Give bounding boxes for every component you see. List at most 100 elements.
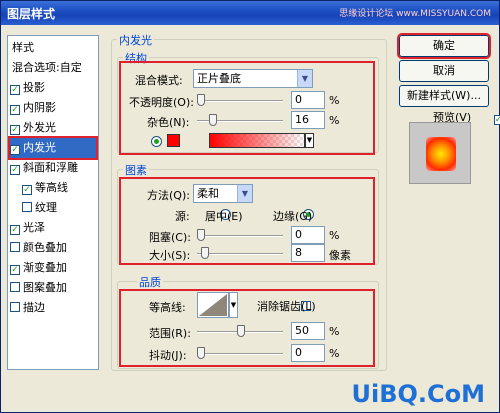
inner-glow-checkbox[interactable]: ✓ [10, 145, 20, 155]
satin-checkbox[interactable]: ✓ [10, 225, 20, 235]
window-title: 图层样式 [7, 7, 56, 21]
opacity-slider-handle[interactable] [197, 94, 205, 106]
glow-color-swatch[interactable] [167, 134, 180, 147]
size-unit: 像素 [329, 249, 351, 262]
sidebar-item-bevel-emboss[interactable]: ✓ 斜面和浮雕 [10, 158, 96, 178]
gradient-overlay-checkbox[interactable]: ✓ [10, 265, 20, 275]
sidebar-item-stroke[interactable]: 描边 [10, 298, 96, 318]
preview-checkbox[interactable]: ✓ [493, 115, 500, 125]
chevron-down-icon: ▼ [297, 70, 312, 87]
sidebar-item-satin[interactable]: ✓ 光泽 [10, 218, 96, 238]
title-bar: 图层样式 思缘设计论坛 www.MISSYUAN.COM [1, 1, 499, 25]
sidebar-item-label: 纹理 [35, 201, 57, 214]
sidebar-item-outer-glow[interactable]: ✓ 外发光 [10, 118, 96, 138]
stroke-checkbox[interactable] [10, 302, 20, 312]
watermark-text: 思缘设计论坛 www.MISSYUAN.COM [339, 9, 491, 19]
noise-unit: % [329, 114, 340, 127]
range-label: 范围(R): [149, 327, 191, 340]
sidebar-item-label: 渐变叠加 [23, 261, 67, 274]
sidebar-item-label: 投影 [23, 81, 45, 94]
inner-shadow-checkbox[interactable]: ✓ [10, 105, 20, 115]
choke-slider-track[interactable] [197, 235, 283, 237]
sidebar-item-label: 内阴影 [23, 101, 56, 114]
site-logo: UiBQ.CoM [351, 380, 485, 408]
chevron-down-icon: ▼ [237, 185, 252, 202]
sidebar-item-label: 图案叠加 [23, 281, 67, 294]
range-unit: % [329, 325, 340, 338]
method-select[interactable]: 柔和 ▼ [193, 184, 253, 203]
sidebar-item-label: 等高线 [35, 181, 68, 194]
new-style-button[interactable]: 新建样式(W)... [399, 85, 489, 107]
range-input[interactable]: 50 [291, 322, 325, 340]
jitter-input[interactable]: 0 [291, 344, 325, 362]
bevel-emboss-checkbox[interactable]: ✓ [10, 165, 20, 175]
color-overlay-checkbox[interactable] [10, 242, 20, 252]
sidebar-item-label: 混合选项:自定 [12, 61, 82, 74]
sidebar-item-pattern-overlay[interactable]: 图案叠加 [10, 278, 96, 298]
sidebar-item-gradient-overlay[interactable]: ✓ 渐变叠加 [10, 258, 96, 278]
range-slider-handle[interactable] [237, 325, 245, 337]
sidebar-item-blending-options[interactable]: 混合选项:自定 [12, 58, 98, 78]
opacity-unit: % [329, 94, 340, 107]
sidebar-item-label: 样式 [12, 41, 34, 54]
noise-input[interactable]: 16 [291, 111, 325, 129]
noise-label: 杂色(N): [147, 116, 190, 129]
choke-label: 阻塞(C): [149, 231, 191, 244]
jitter-label: 抖动(J): [149, 349, 187, 362]
choke-input[interactable]: 0 [291, 226, 325, 244]
blend-mode-select[interactable]: 正片叠底 ▼ [193, 69, 313, 88]
blend-mode-label: 混合模式: [135, 74, 183, 87]
size-slider-track[interactable] [197, 253, 283, 255]
elements-title: 图素 [123, 162, 149, 178]
sidebar-item-texture[interactable]: 纹理 [22, 198, 108, 218]
sidebar-item-label: 描边 [23, 301, 45, 314]
blend-mode-value: 正片叠底 [197, 72, 241, 85]
sidebar-item-label: 光泽 [23, 221, 45, 234]
contour-dropdown-icon[interactable]: ▼ [229, 292, 238, 318]
opacity-input[interactable]: 0 [291, 91, 325, 109]
pattern-overlay-checkbox[interactable] [10, 282, 20, 292]
cancel-button[interactable]: 取消 [399, 60, 489, 82]
preview-swatch [426, 137, 456, 171]
sidebar-item-label: 颜色叠加 [23, 241, 67, 254]
texture-checkbox[interactable] [22, 202, 32, 212]
outer-glow-checkbox[interactable]: ✓ [10, 125, 20, 135]
opacity-label: 不透明度(O): [129, 96, 194, 109]
source-center-label: 居中(E) [205, 210, 243, 223]
size-input[interactable]: 8 [291, 244, 325, 262]
gradient-picker[interactable] [209, 133, 305, 148]
method-label: 方法(Q): [147, 189, 190, 202]
ok-button[interactable]: 确定 [397, 33, 491, 59]
opacity-slider-track[interactable] [197, 100, 283, 102]
quality-title: 品质 [137, 274, 163, 290]
sidebar-item-label: 外发光 [23, 121, 56, 134]
contour-picker[interactable] [197, 292, 229, 318]
contour-label: 等高线: [149, 301, 186, 314]
contour-checkbox[interactable]: ✓ [22, 185, 32, 195]
jitter-unit: % [329, 347, 340, 360]
choke-slider-handle[interactable] [197, 229, 205, 241]
layer-style-dialog: 图层样式 思缘设计论坛 www.MISSYUAN.COM 样式 混合选项:自定 … [0, 0, 500, 413]
sidebar-item-contour[interactable]: ✓ 等高线 [22, 178, 108, 198]
method-value: 柔和 [197, 187, 219, 200]
sidebar-item-styles[interactable]: 样式 [12, 38, 98, 58]
contour-curve-icon [199, 294, 227, 316]
sidebar-item-inner-shadow[interactable]: ✓ 内阴影 [10, 98, 96, 118]
jitter-slider-track[interactable] [197, 353, 283, 355]
solid-color-radio[interactable] [151, 136, 162, 147]
source-edge-label: 边缘(G) [273, 210, 313, 223]
section-title: 内发光 [117, 32, 154, 48]
sidebar-item-inner-glow[interactable]: ✓ 内发光 [8, 136, 98, 160]
size-slider-handle[interactable] [201, 247, 209, 259]
sidebar-item-label: 斜面和浮雕 [23, 161, 78, 174]
gradient-dropdown-icon[interactable]: ▼ [305, 133, 314, 148]
jitter-slider-handle[interactable] [197, 347, 205, 359]
choke-unit: % [329, 229, 340, 242]
sidebar-item-color-overlay[interactable]: 颜色叠加 [10, 238, 96, 258]
source-label: 源: [175, 210, 190, 223]
drop-shadow-checkbox[interactable]: ✓ [10, 85, 20, 95]
sidebar-item-drop-shadow[interactable]: ✓ 投影 [10, 78, 96, 98]
antialias-label: 消除锯齿(L) [257, 300, 316, 313]
noise-slider-handle[interactable] [209, 114, 218, 126]
sidebar-item-label: 内发光 [23, 141, 56, 154]
